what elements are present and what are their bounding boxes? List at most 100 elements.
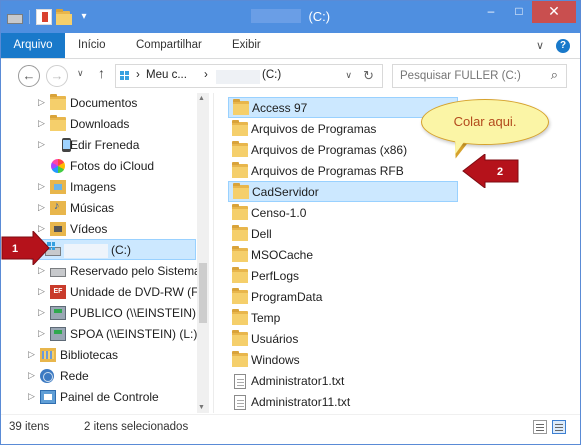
search-input[interactable] [400, 65, 540, 87]
nav-item-downloads[interactable]: ▷ Downloads [1, 114, 196, 135]
list-item[interactable]: MSOCache [228, 245, 458, 266]
list-item[interactable]: Arquivos de Programas RFB [228, 161, 458, 182]
nav-item-label: Fotos do iCloud [70, 159, 155, 173]
list-item[interactable]: PerfLogs [228, 266, 458, 287]
file-name: MSOCache [251, 248, 314, 262]
list-item[interactable]: Dell [228, 224, 458, 245]
large-icons-view-icon[interactable] [552, 420, 566, 434]
ribbon-controls: ∨ ? [536, 39, 570, 53]
breadcrumb-this-pc[interactable]: Meu c... [146, 69, 187, 81]
expand-chevron-icon[interactable]: ▷ [38, 328, 45, 339]
step-2-label: 2 [497, 166, 503, 178]
expand-chevron-icon[interactable]: ▷ [28, 391, 35, 402]
redacted-drive-label [64, 244, 108, 258]
nav-item-label: Unidade de DVD-RW (F: [70, 285, 202, 299]
text-file-icon [234, 374, 246, 389]
drive-icon [120, 71, 130, 81]
tab-compartilhar[interactable]: Compartilhar [136, 33, 202, 58]
tab-exibir[interactable]: Exibir [232, 33, 261, 58]
address-history-dropdown[interactable]: ∨ [345, 70, 352, 81]
file-name: Temp [251, 311, 281, 325]
folder-icon [232, 309, 248, 325]
nav-item-dvd-drive[interactable]: ▷ EF Unidade de DVD-RW (F: [1, 282, 202, 303]
expand-chevron-icon[interactable]: ▷ [38, 118, 45, 129]
expand-chevron-icon[interactable]: ▷ [38, 202, 45, 213]
tab-arquivo[interactable]: Arquivo [1, 33, 65, 58]
recent-locations-button[interactable]: ∨ [77, 68, 84, 79]
nav-item-label: Músicas [70, 201, 115, 215]
up-button[interactable]: ↑ [98, 65, 105, 81]
expand-chevron-icon[interactable]: ▷ [38, 286, 45, 297]
nav-item-bibliotecas[interactable]: ▷ Bibliotecas [1, 345, 196, 366]
nav-item-documentos[interactable]: ▷ Documentos [1, 93, 196, 114]
nav-scrollbar[interactable]: ▲ ▼ [197, 93, 209, 413]
list-item[interactable]: Administrator11.txt [228, 392, 458, 413]
list-item[interactable]: Usuários [228, 329, 458, 350]
scroll-up-arrow-icon[interactable]: ▲ [198, 95, 205, 102]
nav-item-fotos-icloud[interactable]: Fotos do iCloud [1, 156, 196, 177]
list-item[interactable]: Windows [228, 350, 458, 371]
redacted-breadcrumb [216, 70, 260, 84]
scroll-down-arrow-icon[interactable]: ▼ [198, 404, 205, 411]
expand-chevron-icon[interactable]: ▷ [38, 307, 45, 318]
nav-item-publico[interactable]: ▷ PUBLICO (\\EINSTEIN) ( [1, 303, 203, 324]
folder-icon [232, 330, 248, 346]
list-item[interactable]: ProgramData [228, 287, 458, 308]
paste-here-callout: Colar aqui. [421, 99, 549, 145]
list-item[interactable]: CadServidor [228, 181, 458, 202]
nav-item-imagens[interactable]: ▷ Imagens [1, 177, 196, 198]
file-list-scrollbar[interactable] [572, 93, 580, 413]
search-box[interactable]: ⌕ [392, 64, 567, 88]
expand-chevron-icon[interactable]: ▷ [38, 139, 45, 150]
list-item[interactable]: Temp [228, 308, 458, 329]
nav-item-musicas[interactable]: ▷ Músicas [1, 198, 196, 219]
expand-chevron-icon[interactable]: ▷ [38, 181, 45, 192]
file-name: Arquivos de Programas [251, 122, 377, 136]
music-folder-icon [50, 200, 66, 215]
file-name: ProgramData [251, 290, 323, 304]
tab-inicio[interactable]: Início [78, 33, 106, 58]
file-name: Censo-1.0 [251, 206, 307, 220]
nav-item-label: Painel de Controle [60, 390, 159, 404]
nav-item-spoa[interactable]: ▷ SPOA (\\EINSTEIN) (L:) [1, 324, 197, 345]
folder-icon [232, 141, 248, 157]
step-2-marker: 2 [462, 154, 519, 188]
details-view-icon[interactable] [533, 420, 547, 434]
list-item[interactable]: Censo-1.0 [228, 203, 458, 224]
file-name: Arquivos de Programas RFB [251, 164, 404, 178]
file-name: Usuários [251, 332, 299, 346]
step-1-label: 1 [12, 243, 18, 255]
search-icon[interactable]: ⌕ [551, 67, 558, 83]
folder-icon [232, 246, 248, 262]
nav-item-drive-c[interactable]: (C:) [31, 239, 196, 260]
nav-item-edir-freneda[interactable]: ▷ Edir Freneda [1, 135, 196, 156]
nav-scrollbar-thumb[interactable] [199, 263, 207, 323]
file-name: Administrator11.txt [251, 395, 351, 409]
nav-item-label: (C:) [111, 243, 131, 257]
expand-chevron-icon[interactable]: ▷ [38, 97, 45, 108]
expand-ribbon-icon[interactable]: ∨ [536, 39, 544, 53]
folder-icon [233, 183, 249, 199]
dvd-icon: EF [50, 285, 66, 299]
maximize-button[interactable]: □ [506, 1, 532, 23]
help-icon[interactable]: ? [556, 39, 570, 53]
folder-icon [232, 204, 248, 220]
list-item[interactable]: Administrator1.txt [228, 371, 458, 392]
photos-icon [51, 159, 65, 173]
nav-item-painel-controle[interactable]: ▷ Painel de Controle [1, 387, 196, 408]
nav-item-label: Imagens [70, 180, 117, 194]
expand-chevron-icon[interactable]: ▷ [38, 265, 45, 276]
close-button[interactable]: ✕ [532, 1, 576, 23]
nav-item-rede[interactable]: ▷ Rede [1, 366, 196, 387]
back-button[interactable]: ← [18, 65, 40, 87]
minimize-button[interactable]: – [478, 1, 504, 23]
pictures-folder-icon [50, 180, 66, 194]
nav-item-label: PUBLICO (\\EINSTEIN) ( [70, 306, 204, 320]
refresh-icon[interactable]: ↻ [363, 68, 374, 84]
list-item[interactable]: Arquivos de Programas (x86) [228, 140, 458, 161]
expand-chevron-icon[interactable]: ▷ [28, 370, 35, 381]
address-bar[interactable]: › Meu c... › (C:) ∨ ↻ [115, 64, 383, 88]
expand-chevron-icon[interactable]: ▷ [28, 349, 35, 360]
breadcrumb-drive[interactable]: (C:) [262, 69, 281, 81]
forward-button[interactable]: → [46, 65, 68, 87]
